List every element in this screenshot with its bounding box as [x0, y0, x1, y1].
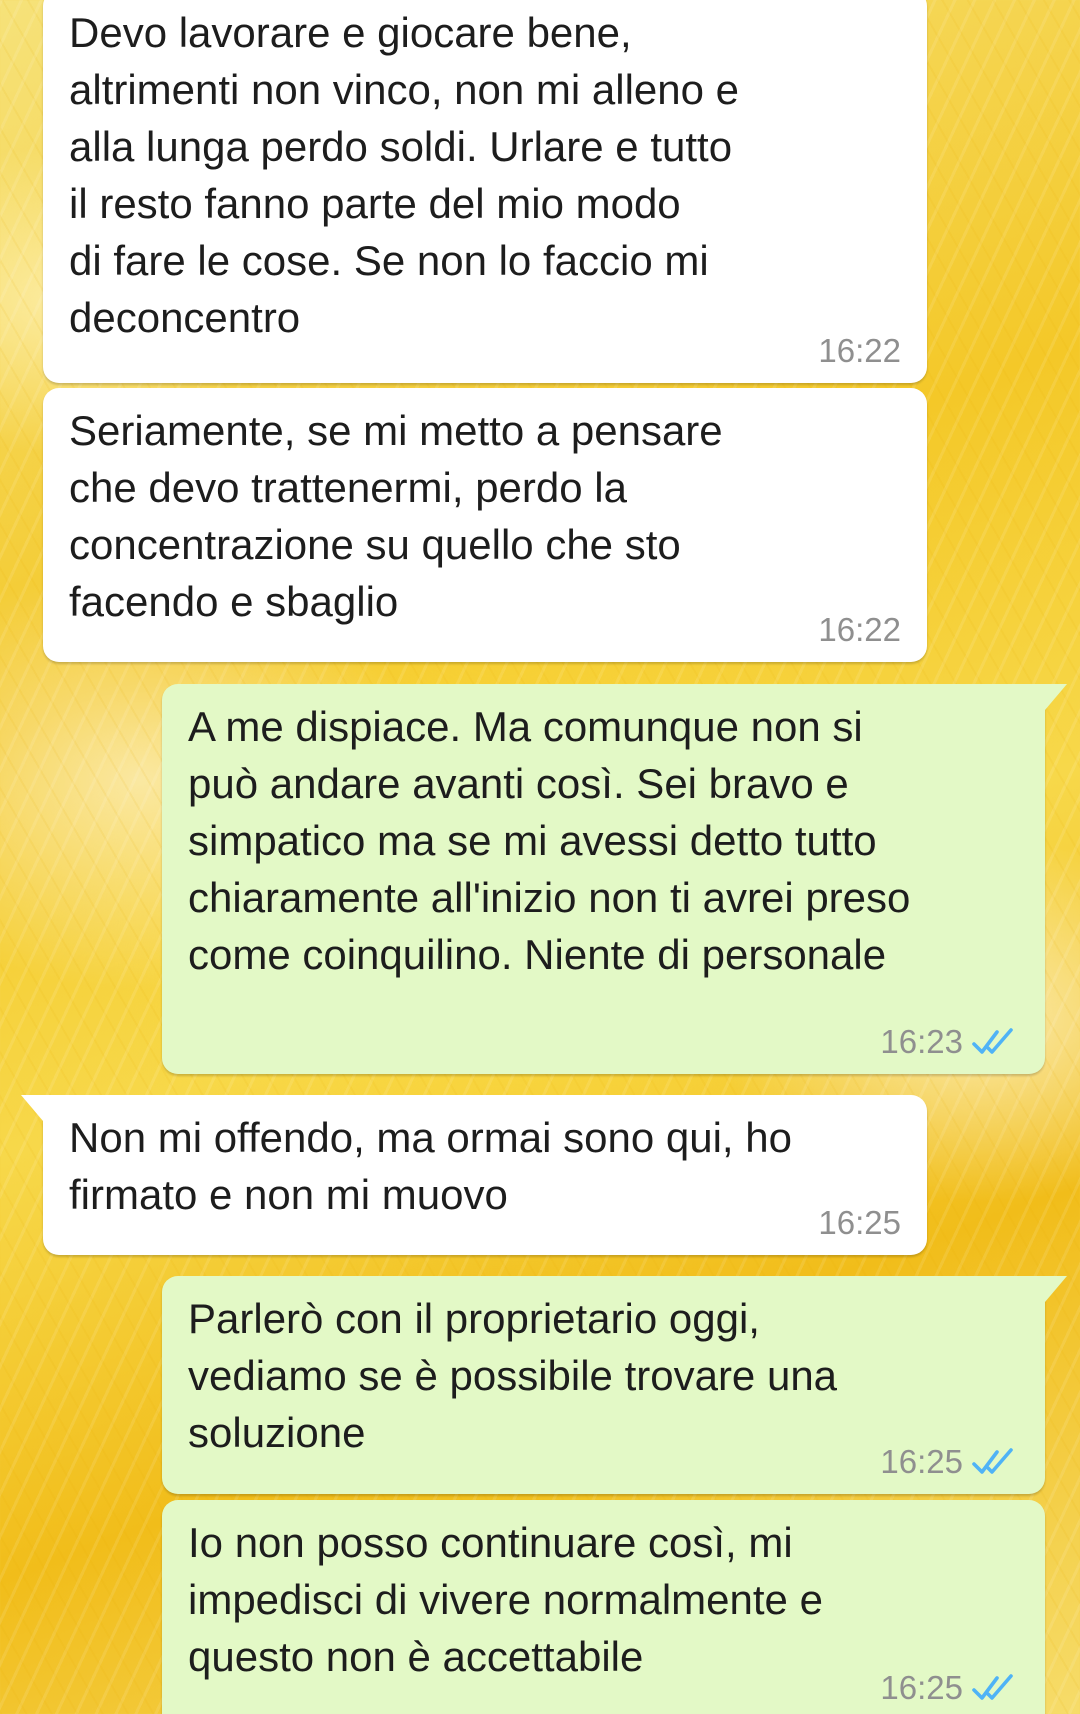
incoming-message[interactable]: Devo lavorare e giocare bene, altrimenti… [43, 0, 927, 383]
message-time: 16:22 [818, 611, 901, 648]
outgoing-message[interactable]: Io non posso continuare così, mi impedis… [162, 1500, 1045, 1714]
message-meta: 16:22 [818, 333, 901, 369]
message-time: 16:22 [818, 332, 901, 369]
message-text: Devo lavorare e giocare bene, altrimenti… [69, 9, 740, 341]
message-meta: 16:25 [880, 1444, 1019, 1480]
message-time: 16:23 [880, 1023, 963, 1060]
message-text: Non mi offendo, ma ormai sono qui, ho fi… [69, 1114, 792, 1218]
message-meta: 16:25 [818, 1205, 901, 1241]
message-meta: 16:22 [818, 612, 901, 648]
double-check-read-icon [972, 1448, 1013, 1474]
message-text: A me dispiace. Ma comunque non si può an… [188, 703, 911, 978]
message-meta: 16:25 [880, 1670, 1019, 1706]
double-check-read-icon [972, 1028, 1013, 1054]
message-text: Seriamente, se mi metto a pensare che de… [69, 407, 723, 625]
incoming-message[interactable]: Non mi offendo, ma ormai sono qui, ho fi… [21, 1095, 927, 1255]
outgoing-message[interactable]: A me dispiace. Ma comunque non si può an… [162, 684, 1067, 1074]
message-list[interactable]: Devo lavorare e giocare bene, altrimenti… [0, 0, 1080, 1714]
incoming-message[interactable]: Seriamente, se mi metto a pensare che de… [43, 388, 927, 662]
message-text: Parlerò con il proprietario oggi, vediam… [188, 1295, 838, 1456]
double-check-read-icon [972, 1674, 1013, 1700]
message-time: 16:25 [880, 1443, 963, 1480]
message-text: Io non posso continuare così, mi impedis… [188, 1519, 823, 1680]
message-time: 16:25 [818, 1204, 901, 1241]
outgoing-message[interactable]: Parlerò con il proprietario oggi, vediam… [162, 1276, 1067, 1494]
message-meta: 16:23 [880, 1024, 1019, 1060]
message-time: 16:25 [880, 1669, 963, 1706]
